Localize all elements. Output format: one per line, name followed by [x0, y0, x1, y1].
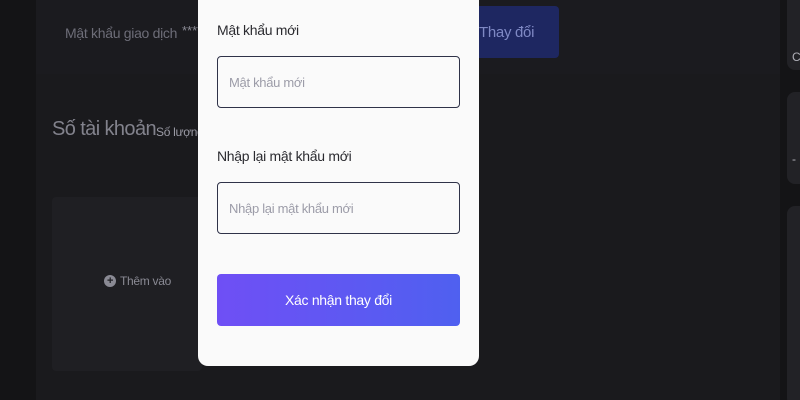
add-account-label: Thêm vào — [120, 274, 171, 288]
change-password-button[interactable]: Thay đổi — [471, 6, 559, 58]
edge-text: C — [792, 50, 800, 64]
edge-text: - — [792, 152, 796, 166]
right-panel-card — [787, 206, 800, 400]
add-account-button[interactable]: + Thêm vào — [104, 274, 171, 288]
confirm-password-label: Nhập lại mật khẩu mới — [217, 148, 352, 164]
confirm-password-input[interactable] — [217, 182, 460, 234]
new-password-label: Mật khẩu mới — [217, 22, 299, 38]
transaction-password-label: Mật khẩu giao dịch — [65, 25, 178, 41]
right-panel-card — [787, 92, 800, 184]
plus-circle-icon: + — [104, 275, 116, 287]
new-password-input[interactable] — [217, 56, 460, 108]
account-quantity-label: Số lượng — [156, 125, 198, 139]
account-number-title: Số tài khoản — [52, 118, 157, 140]
page: Mật khẩu giao dịch **** Thay đổi Số tài … — [0, 0, 800, 400]
confirm-change-button[interactable]: Xác nhận thay đổi — [217, 274, 460, 326]
